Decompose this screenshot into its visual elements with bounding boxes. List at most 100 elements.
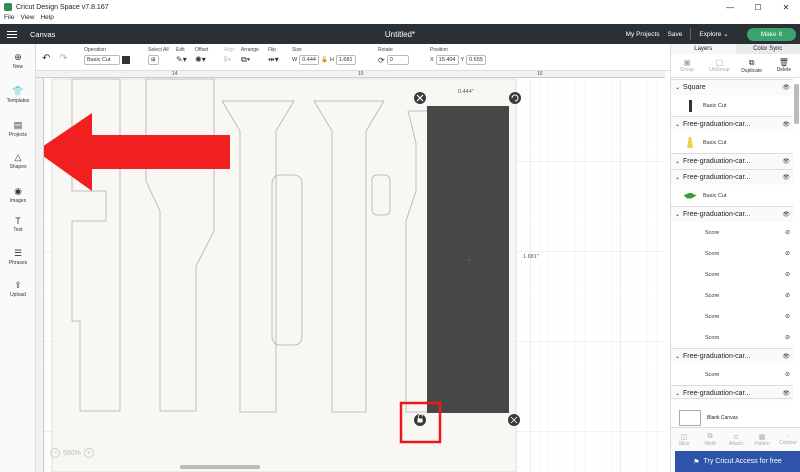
slice-button[interactable]: ◫ Slice	[671, 428, 697, 451]
color-swatch[interactable]	[122, 56, 130, 64]
layer-row[interactable]: Basic Cut	[671, 185, 793, 206]
zoom-out-button[interactable]: −	[50, 448, 60, 458]
maximize-button[interactable]: ☐	[744, 0, 772, 14]
horizontal-scrollbar[interactable]	[180, 465, 260, 469]
sidebar-item-phrases[interactable]: ☰ Phrases	[0, 248, 36, 266]
y-position-input[interactable]: 0.655	[466, 55, 486, 65]
sidebar-item-projects[interactable]: ▤ Projects	[0, 120, 36, 138]
eye-icon[interactable]: 👁	[782, 84, 790, 91]
eye-icon[interactable]: 👁	[782, 390, 790, 397]
layer-group[interactable]: ⌄ Free-graduation-car... 👁	[671, 206, 793, 222]
duplicate-icon: ⧉	[748, 57, 755, 67]
eye-hidden-icon[interactable]: ⊘	[785, 371, 790, 378]
make-it-button[interactable]: Make It	[746, 27, 796, 41]
layer-row[interactable]: Basic Cut	[671, 95, 793, 116]
eye-icon[interactable]: 👁	[782, 353, 790, 360]
tab-color-sync[interactable]: Color Sync	[736, 44, 800, 54]
layer-row[interactable]: Score ⊘	[671, 327, 793, 348]
eye-icon[interactable]: 👁	[782, 121, 790, 128]
layer-row[interactable]: Score ⊘	[671, 222, 793, 243]
width-dimension-label: 0.444"	[458, 89, 474, 95]
layer-group[interactable]: ⌄ Free-graduation-car... 👁	[671, 116, 793, 132]
save-button[interactable]: Save	[668, 31, 683, 38]
group-button[interactable]: ▣ Group	[671, 54, 703, 77]
offset-icon[interactable]: ✺▾	[195, 55, 208, 64]
edit-toolbar: ↶ ↷ Operation Basic Cut Select All ⊞ Edi…	[36, 44, 670, 71]
selected-square-shape[interactable]	[427, 106, 509, 413]
images-icon: ◉	[14, 186, 22, 196]
layer-group[interactable]: ⌄ Free-graduation-car... 👁	[671, 348, 793, 364]
eye-hidden-icon[interactable]: ⊘	[785, 271, 790, 278]
edit-icon[interactable]: ✎▾	[176, 55, 187, 64]
sidebar-item-new[interactable]: ⊕ New	[0, 52, 36, 70]
ungroup-button[interactable]: ▢ UnGroup	[703, 54, 735, 77]
layers-scrollbar[interactable]	[794, 84, 799, 124]
redo-icon[interactable]: ↷	[59, 53, 67, 64]
eye-icon[interactable]: 👁	[782, 211, 790, 218]
window-titlebar: Cricut Design Space v7.8.167 — ☐ ✕	[0, 0, 800, 14]
chevron-down-icon[interactable]: ⌄	[675, 390, 680, 397]
eye-icon[interactable]: 👁	[782, 158, 790, 165]
eye-hidden-icon[interactable]: ⊘	[785, 334, 790, 341]
eye-hidden-icon[interactable]: ⊘	[785, 313, 790, 320]
layer-row[interactable]: Score ⊘	[671, 264, 793, 285]
lock-icon[interactable]: 🔓	[321, 57, 328, 63]
layer-row[interactable]: Score ⊘	[671, 285, 793, 306]
delete-button[interactable]: 🗑 Delete	[768, 54, 800, 77]
menu-help[interactable]: Help	[40, 14, 53, 24]
chevron-down-icon[interactable]: ⌄	[675, 158, 680, 165]
layer-group[interactable]: ⌄ Square 👁	[671, 79, 793, 95]
close-window-button[interactable]: ✕	[772, 0, 800, 14]
rotate-input[interactable]: 0	[386, 55, 409, 65]
my-projects-link[interactable]: My Projects	[626, 31, 660, 38]
templates-icon: 👕	[12, 86, 24, 96]
eye-hidden-icon[interactable]: ⊘	[785, 229, 790, 236]
eye-hidden-icon[interactable]: ⊘	[785, 250, 790, 257]
sidebar-item-templates[interactable]: 👕 Templates	[0, 86, 36, 104]
layer-thumbnail	[688, 99, 692, 112]
attach-button[interactable]: ⊂ Attach	[723, 428, 749, 451]
sidebar-item-shapes[interactable]: △ Shapes	[0, 152, 36, 170]
chevron-down-icon[interactable]: ⌄	[675, 84, 680, 91]
explore-dropdown[interactable]: Explore ⌄	[699, 30, 728, 38]
select-all-icon[interactable]: ⊞	[148, 55, 159, 65]
x-position-input[interactable]: 15.404	[435, 55, 459, 65]
contour-button[interactable]: ◌ Contour	[775, 428, 800, 451]
sidebar-item-text[interactable]: T Text	[0, 216, 36, 233]
layer-row[interactable]: Score ⊘	[671, 364, 793, 385]
width-input[interactable]: 0.444	[299, 55, 319, 65]
align-icon[interactable]: ⫴▾	[224, 55, 235, 65]
chevron-down-icon[interactable]: ⌄	[675, 121, 680, 128]
layer-bottom-tools: ◫ Slice ⧉ Weld ⊂ Attach ▦ Flatten ◌ Contour	[671, 427, 800, 451]
operation-select[interactable]: Basic Cut	[84, 55, 120, 65]
zoom-in-button[interactable]: +	[83, 448, 94, 458]
flatten-button[interactable]: ▦ Flatten	[749, 428, 775, 451]
weld-button[interactable]: ⧉ Weld	[697, 428, 723, 451]
chevron-down-icon[interactable]: ⌄	[675, 353, 680, 360]
layer-group[interactable]: ⌄ Free-graduation-car... 👁	[671, 169, 793, 185]
eye-icon[interactable]: 👁	[782, 174, 790, 181]
undo-icon[interactable]: ↶	[42, 53, 50, 64]
sidebar-item-images[interactable]: ◉ Images	[0, 186, 36, 204]
chevron-down-icon[interactable]: ⌄	[675, 174, 680, 181]
design-canvas[interactable]: 0.444" 1.681"	[36, 71, 665, 472]
height-input[interactable]: 1.681	[335, 55, 356, 65]
flip-icon[interactable]: ⇹▾	[268, 55, 279, 64]
layer-row[interactable]: Basic Cut	[671, 132, 793, 153]
duplicate-button[interactable]: ⧉ Duplicate	[736, 54, 768, 77]
tab-layers[interactable]: Layers	[671, 44, 736, 54]
hamburger-menu-icon[interactable]	[0, 30, 24, 38]
cricut-access-banner[interactable]: ⚑ Try Cricut Access for free	[675, 451, 800, 472]
layer-row[interactable]: Score ⊘	[671, 243, 793, 264]
rotate-handle-icon[interactable]	[509, 92, 521, 104]
eye-hidden-icon[interactable]: ⊘	[785, 292, 790, 299]
chevron-down-icon[interactable]: ⌄	[675, 211, 680, 218]
sidebar-item-upload[interactable]: ⇪ Upload	[0, 280, 36, 298]
minimize-button[interactable]: —	[716, 0, 744, 14]
layer-row[interactable]: Score ⊘	[671, 306, 793, 327]
menu-file[interactable]: File	[4, 14, 14, 24]
layer-group[interactable]: ⌄ Free-graduation-car... 👁	[671, 153, 793, 169]
group-icon: ▣	[683, 58, 691, 67]
menu-view[interactable]: View	[20, 14, 34, 24]
arrange-icon[interactable]: ⧉▾	[241, 55, 259, 65]
